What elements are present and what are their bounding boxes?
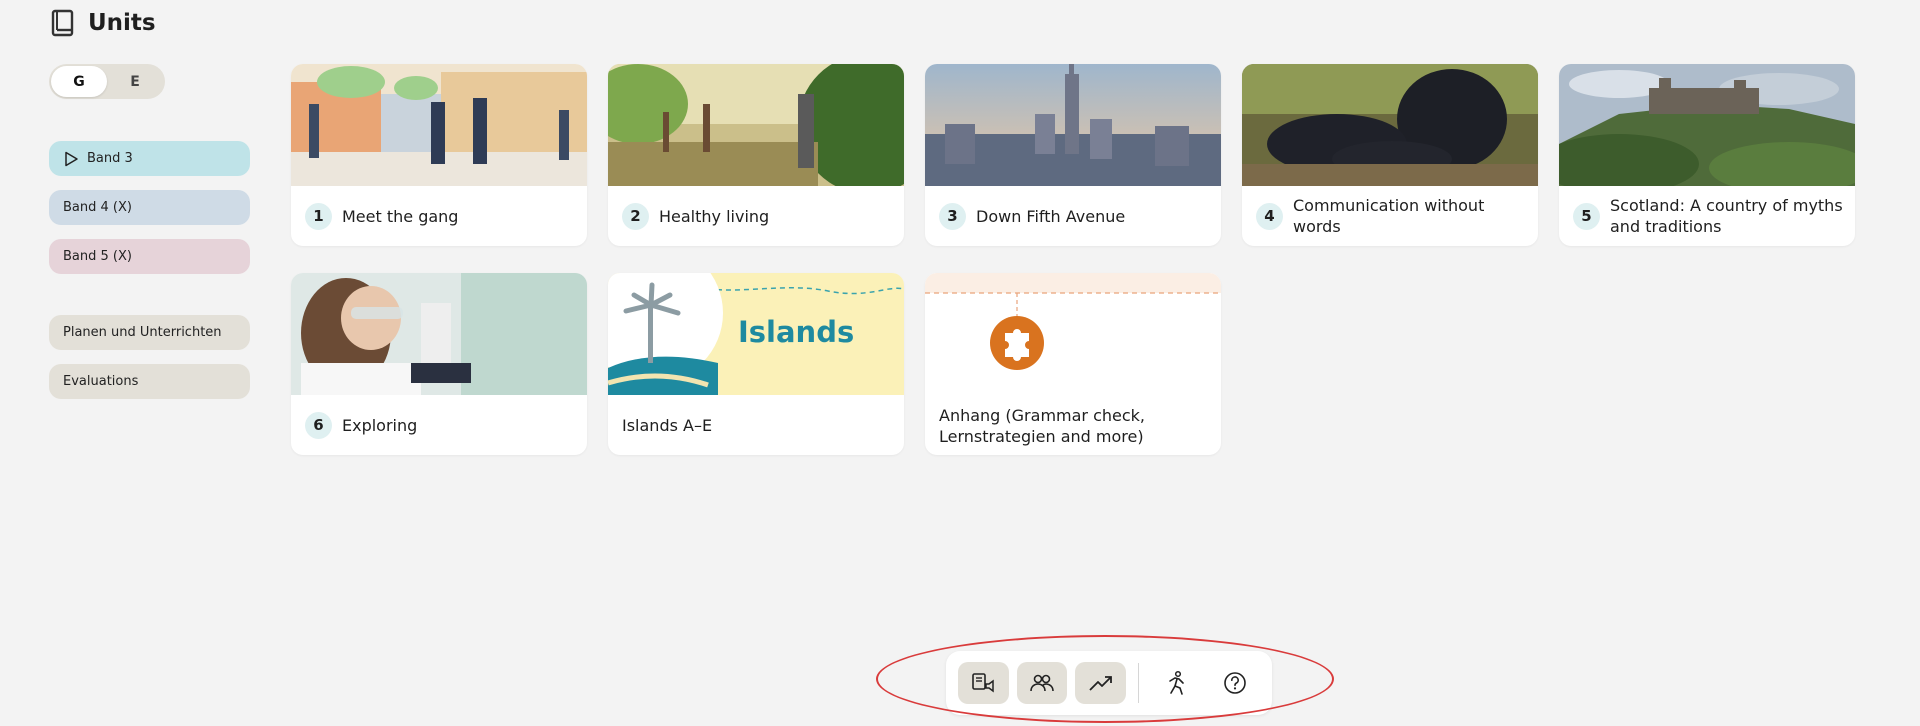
read-aloud-button[interactable] — [958, 662, 1009, 704]
unit-title: Exploring — [342, 415, 418, 435]
unit-title: Islands A–E — [622, 415, 713, 435]
unit-card-1[interactable]: 1 Meet the gang — [291, 64, 587, 246]
level-option-g[interactable]: G — [51, 66, 107, 97]
sidebar-item-band-3[interactable]: Band 3 — [49, 141, 250, 176]
unit-number: 3 — [939, 202, 966, 230]
unit-title: Down Fifth Avenue — [976, 206, 1126, 226]
unit-number: 2 — [622, 202, 649, 230]
group-icon — [1030, 674, 1054, 692]
level-toggle[interactable]: G E — [49, 64, 165, 99]
help-icon — [1223, 672, 1246, 694]
unit-caption: 6 Exploring — [305, 395, 575, 455]
sidebar-item-band-5[interactable]: Band 5 (X) — [49, 239, 250, 274]
activity-button[interactable] — [1151, 662, 1202, 704]
unit-card-4[interactable]: 4 Communication without words — [1242, 64, 1538, 246]
unit-caption: Islands A–E — [622, 395, 892, 455]
page-header: Units — [50, 8, 156, 38]
sidebar-item-evaluations[interactable]: Evaluations — [49, 364, 250, 399]
unit-caption: 3 Down Fifth Avenue — [939, 186, 1209, 246]
unit-card-5[interactable]: 5 Scotland: A country of myths and tradi… — [1559, 64, 1855, 246]
unit-title: Meet the gang — [342, 206, 459, 226]
unit-card-2[interactable]: 2 Healthy living — [608, 64, 904, 246]
unit-card-6[interactable]: 6 Exploring — [291, 273, 587, 455]
unit-card-3[interactable]: 3 Down Fifth Avenue — [925, 64, 1221, 246]
unit-title: Scotland: A country of myths and traditi… — [1610, 196, 1843, 236]
sidebar-item-band-4[interactable]: Band 4 (X) — [49, 190, 250, 225]
unit-card-islands[interactable]: Islands Islands A–E — [608, 273, 904, 455]
toolbar-divider — [1137, 663, 1139, 703]
unit-6-photo — [291, 273, 587, 395]
islands-banner-text: Islands — [738, 315, 855, 349]
sidebar-item-label: Planen und Unterrichten — [63, 325, 222, 340]
play-icon — [63, 151, 79, 167]
unit-5-photo — [1559, 64, 1855, 186]
bottom-toolbar — [946, 651, 1272, 715]
sidebar-item-label: Band 4 (X) — [63, 200, 132, 215]
sidebar-item-label: Band 5 (X) — [63, 249, 132, 264]
unit-caption: 5 Scotland: A country of myths and tradi… — [1573, 186, 1843, 246]
help-button[interactable] — [1209, 662, 1260, 704]
groups-button[interactable] — [1016, 662, 1068, 704]
unit-caption: Anhang (Grammar check, Lernstrategien an… — [939, 395, 1209, 455]
unit-title: Communication without words — [1293, 196, 1485, 236]
sidebar-item-label: Band 3 — [87, 151, 133, 166]
unit-number: 6 — [305, 411, 332, 439]
unit-number: 1 — [305, 202, 332, 230]
unit-card-anhang[interactable]: Anhang (Grammar check, Lernstrategien an… — [925, 273, 1221, 455]
unit-caption: 2 Healthy living — [622, 186, 892, 246]
unit-caption: 1 Meet the gang — [305, 186, 575, 246]
unit-1-illustration — [291, 64, 587, 186]
unit-3-photo — [925, 64, 1221, 186]
unit-4-photo — [1242, 64, 1538, 186]
book-icon — [50, 8, 76, 38]
page-title: Units — [88, 10, 156, 36]
read-aloud-icon — [972, 673, 995, 693]
unit-number: 4 — [1256, 202, 1283, 230]
unit-2-photo — [608, 64, 904, 186]
appendix-banner — [925, 273, 1221, 395]
progress-chart-icon — [1088, 676, 1112, 691]
unit-title: Anhang (Grammar check, Lernstrategien an… — [939, 406, 1146, 446]
sidebar-item-planen[interactable]: Planen und Unterrichten — [49, 315, 250, 350]
unit-title: Healthy living — [659, 206, 770, 226]
sidebar-item-label: Evaluations — [63, 374, 139, 389]
islands-banner: Islands — [608, 273, 904, 395]
unit-number: 5 — [1573, 202, 1600, 230]
progress-button[interactable] — [1075, 662, 1126, 704]
unit-caption: 4 Communication without words — [1256, 186, 1526, 246]
level-option-e[interactable]: E — [107, 66, 163, 97]
running-person-icon — [1169, 670, 1184, 695]
